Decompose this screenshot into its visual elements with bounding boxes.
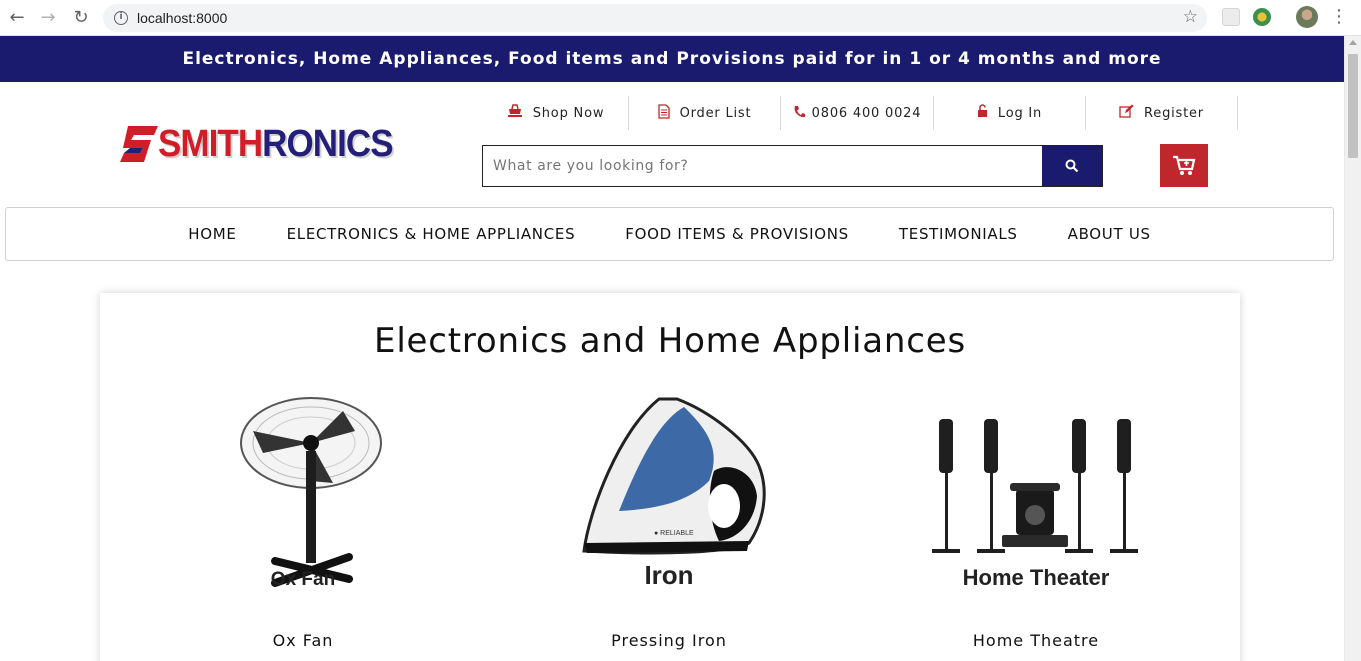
fan-image-icon xyxy=(240,397,382,587)
bookmark-star-icon[interactable]: ☆ xyxy=(1183,7,1198,27)
main-nav: HOME ELECTRONICS & HOME APPLIANCES FOOD … xyxy=(5,207,1334,261)
logo-s-mark-icon xyxy=(120,126,158,162)
search-icon xyxy=(1065,159,1079,173)
url-text[interactable]: localhost:8000 xyxy=(137,10,227,26)
browser-menu-icon[interactable]: ⋮ xyxy=(1330,6,1348,28)
search-input[interactable] xyxy=(483,146,1042,186)
product-card-home-theatre[interactable]: Home Theater Home Theatre xyxy=(916,391,1156,650)
log-in-link[interactable]: Log In xyxy=(934,96,1086,130)
logo-text-smith: SMITH xyxy=(158,123,263,165)
nav-home[interactable]: HOME xyxy=(188,225,236,243)
phone-number: 0806 400 0024 xyxy=(811,105,922,121)
extension-globe-icon[interactable] xyxy=(1253,8,1271,26)
svg-text:● RELIABLE: ● RELIABLE xyxy=(654,530,694,537)
register-label: Register xyxy=(1144,105,1204,121)
product-image-pressing-iron[interactable]: ● RELIABLE Iron xyxy=(559,391,779,591)
product-card-pressing-iron[interactable]: ● RELIABLE Iron Pressing Iron xyxy=(549,391,789,650)
product-card-ox-fan[interactable]: Ox Fan Ox Fan xyxy=(183,391,423,650)
extension-icon[interactable] xyxy=(1222,8,1240,26)
nav-food-items-provisions[interactable]: FOOD ITEMS & PROVISIONS xyxy=(625,225,849,243)
search-bar xyxy=(482,145,1103,187)
page: Electronics, Home Appliances, Food items… xyxy=(0,36,1344,661)
product-image-home-theatre[interactable]: Home Theater xyxy=(926,391,1146,591)
log-in-label: Log In xyxy=(997,105,1043,121)
forward-arrow-icon[interactable]: → xyxy=(37,7,59,29)
edit-icon xyxy=(1119,104,1134,122)
cart-button[interactable] xyxy=(1160,144,1208,187)
profile-avatar[interactable] xyxy=(1296,6,1318,28)
nav-about-us[interactable]: ABOUT US xyxy=(1068,225,1151,243)
logo-text-ronics: RONICS xyxy=(262,123,393,165)
order-list-label: Order List xyxy=(679,105,752,121)
product-image-caption-iron: Iron xyxy=(644,560,694,590)
nav-electronics-home-appliances[interactable]: ELECTRONICS & HOME APPLIANCES xyxy=(287,225,576,243)
shop-now-link[interactable]: Shop Now xyxy=(483,96,629,130)
promo-banner: Electronics, Home Appliances, Food items… xyxy=(0,36,1344,82)
nav-testimonials[interactable]: TESTIMONIALS xyxy=(899,225,1018,243)
top-links: Shop Now Order List 0806 400 0024 Log In xyxy=(483,96,1238,130)
register-link[interactable]: Register xyxy=(1086,96,1238,130)
info-icon[interactable]: i xyxy=(114,11,128,25)
site-header: SMITHRONICS Shop Now Order List 0806 400… xyxy=(0,82,1344,207)
products-section: Electronics and Home Appliances Ox Fan O… xyxy=(100,293,1240,661)
product-name-home-theatre[interactable]: Home Theatre xyxy=(916,631,1156,650)
product-name-pressing-iron[interactable]: Pressing Iron xyxy=(549,631,789,650)
lock-icon xyxy=(977,104,988,122)
phone-icon xyxy=(793,105,805,122)
product-name-ox-fan[interactable]: Ox Fan xyxy=(183,631,423,650)
section-title: Electronics and Home Appliances xyxy=(374,321,966,361)
page-scrollbar[interactable] xyxy=(1344,36,1361,661)
logo-wordmark: SMITHRONICS xyxy=(158,122,394,166)
phone-link[interactable]: 0806 400 0024 xyxy=(781,96,934,130)
order-list-link[interactable]: Order List xyxy=(629,96,781,130)
address-bar[interactable]: i localhost:8000 ☆ xyxy=(103,4,1207,32)
product-image-caption-ox-fan: Ox Fan xyxy=(270,569,336,590)
home-theater-image-icon xyxy=(932,419,1138,553)
back-arrow-icon[interactable]: ← xyxy=(6,7,28,29)
document-icon xyxy=(657,103,670,123)
search-button[interactable] xyxy=(1042,146,1102,186)
scroll-thumb[interactable] xyxy=(1348,54,1358,158)
shop-now-label: Shop Now xyxy=(532,105,605,121)
shop-icon xyxy=(507,104,523,122)
product-image-caption-home-theater: Home Theater xyxy=(962,565,1110,590)
site-logo[interactable]: SMITHRONICS xyxy=(118,122,418,166)
product-image-ox-fan[interactable]: Ox Fan xyxy=(193,391,413,591)
cart-icon xyxy=(1173,155,1196,175)
browser-toolbar: ← → ↻ i localhost:8000 ☆ ⋮ xyxy=(0,0,1361,36)
scroll-up-arrow-icon[interactable] xyxy=(1349,40,1357,45)
reload-icon[interactable]: ↻ xyxy=(70,7,92,29)
